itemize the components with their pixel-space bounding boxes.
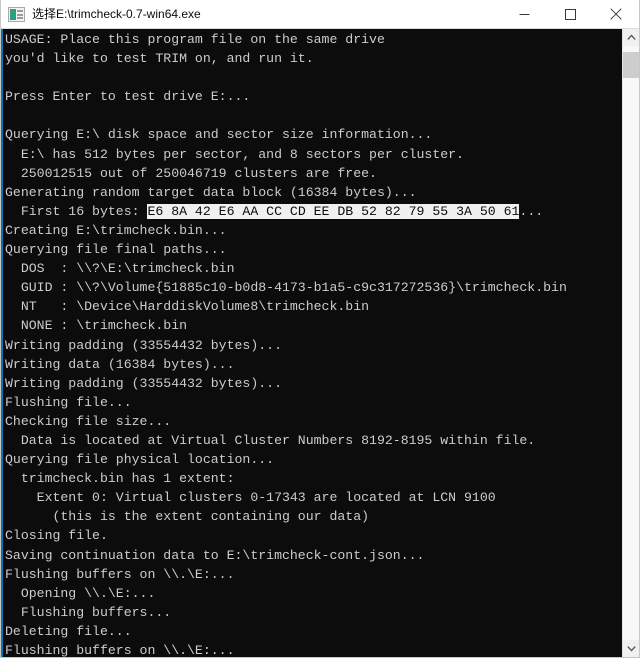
- console-line: NONE : \trimcheck.bin: [5, 318, 188, 334]
- window-left-accent-border: [1, 29, 3, 657]
- close-button[interactable]: [593, 0, 639, 29]
- console-line: Querying file physical location...: [5, 452, 275, 468]
- console-line: Generating random target data block (163…: [5, 184, 417, 200]
- console-line: Closing file.: [5, 528, 108, 544]
- console-line: Flushing buffers...: [5, 604, 172, 620]
- window-title: 选择E:\trimcheck-0.7-win64.exe: [32, 7, 201, 21]
- chevron-up-icon: [626, 34, 636, 40]
- console-line: NT : \Device\HarddiskVolume8\trimcheck.b…: [5, 299, 370, 315]
- console-line: Flushing buffers on \\.\E:...: [5, 643, 235, 657]
- console-line: you'd like to test TRIM on, and run it.: [5, 51, 314, 67]
- console-app-icon: [8, 6, 25, 22]
- minimize-button[interactable]: [501, 0, 547, 29]
- scrollbar-track[interactable]: [623, 46, 639, 640]
- window-controls: [501, 0, 639, 29]
- console-line: Deleting file...: [5, 623, 132, 639]
- console-line: Opening \\.\E:...: [5, 585, 156, 601]
- selected-hex-bytes[interactable]: E6 8A 42 E6 AA CC CD EE DB 52 82 79 55 3…: [147, 203, 520, 219]
- console-window: 选择E:\trimcheck-0.7-win64.exe USAGE: Plac…: [0, 0, 640, 658]
- minimize-icon: [519, 13, 529, 15]
- window-titlebar[interactable]: 选择E:\trimcheck-0.7-win64.exe: [1, 0, 639, 29]
- console-line: USAGE: Place this program file on the sa…: [5, 32, 385, 47]
- console-line: DOS : \\?\E:\trimcheck.bin: [5, 261, 235, 277]
- console-line: (this is the extent containing our data): [5, 509, 370, 525]
- scroll-down-arrow-button[interactable]: [623, 640, 639, 657]
- console-output-area[interactable]: USAGE: Place this program file on the sa…: [1, 29, 639, 657]
- console-line: GUID : \\?\Volume{51885c10-b0d8-4173-b1a…: [5, 280, 567, 296]
- scrollbar-thumb[interactable]: [623, 52, 639, 78]
- titlebar-left-group: 选择E:\trimcheck-0.7-win64.exe: [1, 6, 501, 22]
- console-line: Flushing buffers on \\.\E:...: [5, 566, 235, 582]
- console-line: Writing padding (33554432 bytes)...: [5, 337, 282, 353]
- console-line: Creating E:\trimcheck.bin...: [5, 222, 227, 238]
- console-line: Writing padding (33554432 bytes)...: [5, 375, 282, 391]
- console-line: 250012515 out of 250046719 clusters are …: [5, 165, 377, 181]
- chevron-down-icon: [626, 646, 636, 652]
- console-line: Extent 0: Virtual clusters 0-17343 are l…: [5, 490, 496, 506]
- close-icon: [610, 8, 622, 20]
- console-line: First 16 bytes: E6 8A 42 E6 AA CC CD EE …: [5, 203, 544, 219]
- console-line: Checking file size...: [5, 413, 172, 429]
- console-line: Press Enter to test drive E:...: [5, 89, 251, 105]
- maximize-button[interactable]: [547, 0, 593, 29]
- console-line: Writing data (16384 bytes)...: [5, 356, 235, 372]
- console-line: trimcheck.bin has 1 extent:: [5, 471, 235, 487]
- console-line: Saving continuation data to E:\trimcheck…: [5, 547, 425, 563]
- console-line: Flushing file...: [5, 394, 132, 410]
- console-line: Querying file final paths...: [5, 242, 227, 258]
- scroll-up-arrow-button[interactable]: [623, 29, 639, 46]
- console-line: E:\ has 512 bytes per sector, and 8 sect…: [5, 146, 464, 162]
- console-line: Querying E:\ disk space and sector size …: [5, 127, 433, 143]
- console-line: Data is located at Virtual Cluster Numbe…: [5, 432, 536, 448]
- console-scrollbar[interactable]: [622, 29, 639, 657]
- maximize-icon: [564, 8, 576, 20]
- console-text-buffer[interactable]: USAGE: Place this program file on the sa…: [5, 30, 617, 657]
